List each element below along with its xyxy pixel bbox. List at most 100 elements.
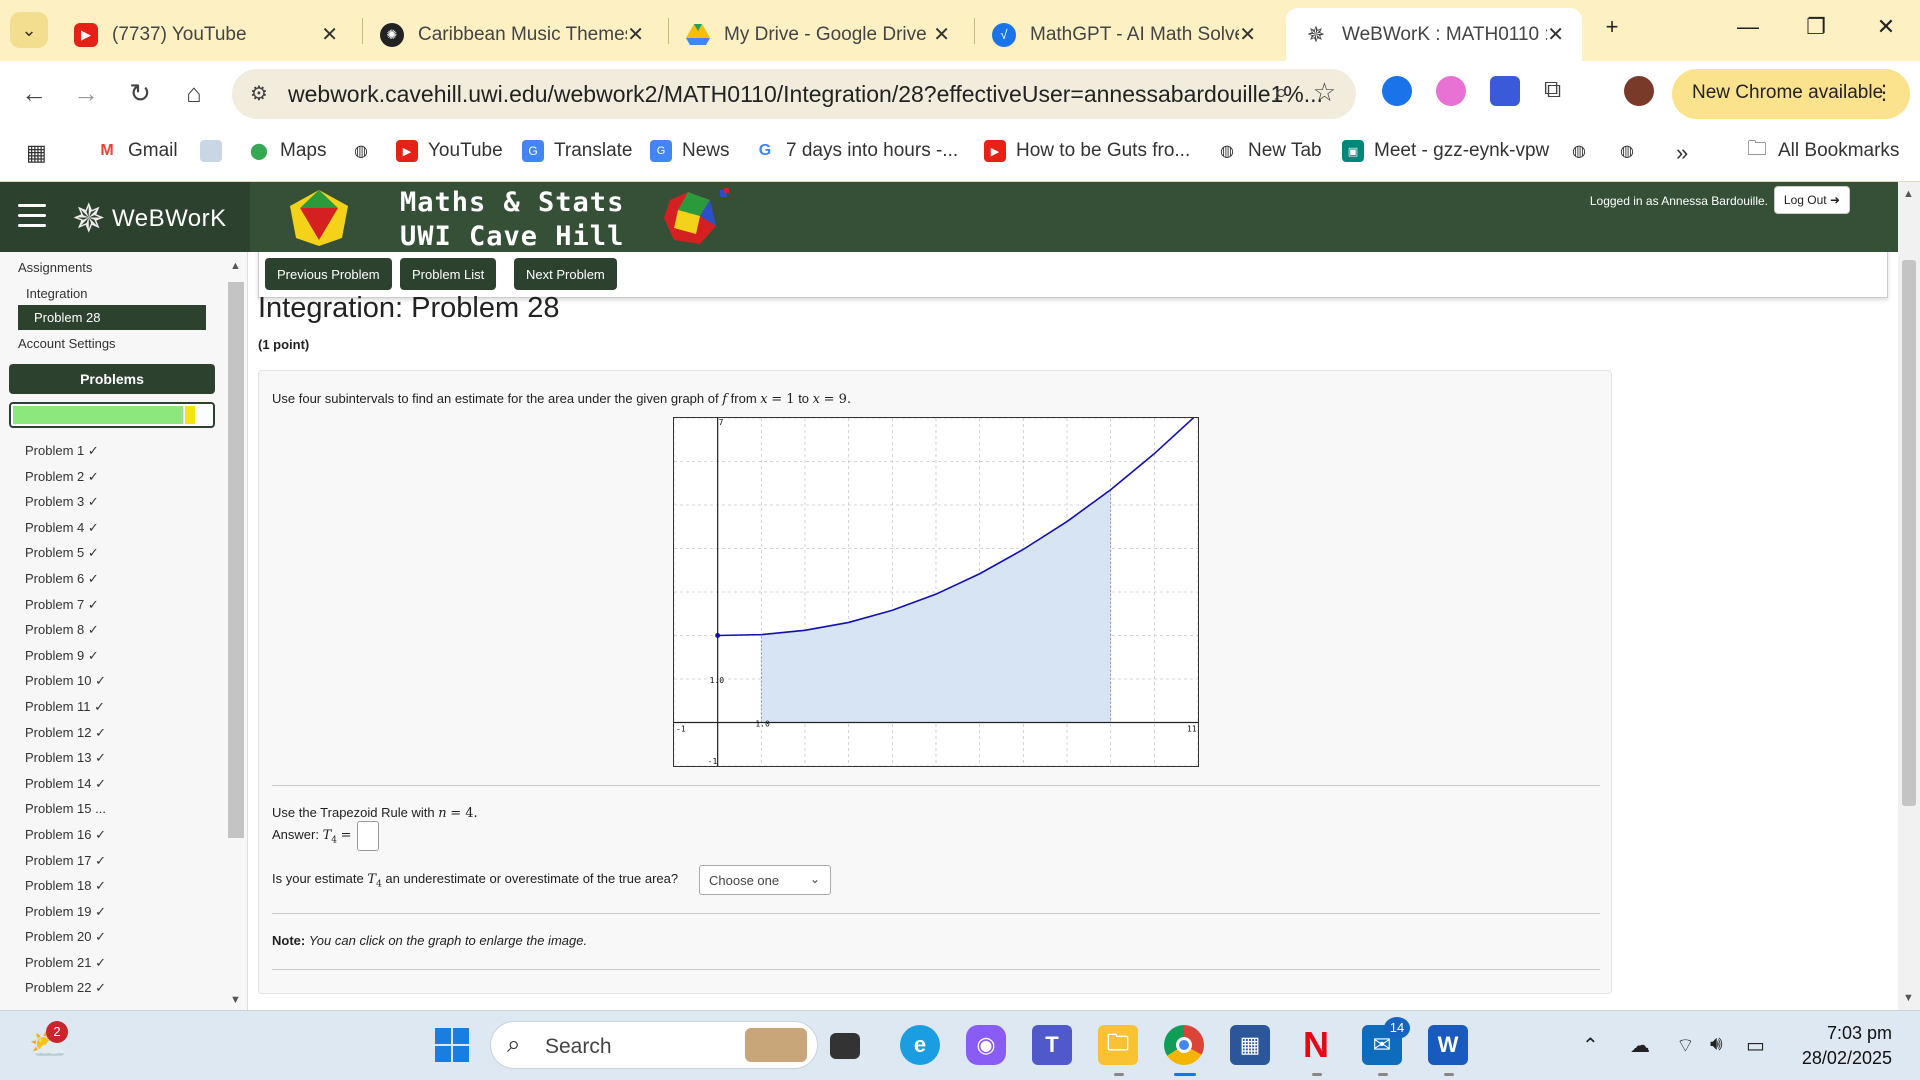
tab-search-dropdown[interactable]: ⌄ <box>10 12 48 48</box>
extension-icon[interactable] <box>1490 76 1520 106</box>
zoom-icon[interactable]: ⌕ <box>1275 79 1288 107</box>
battery-icon[interactable]: ▭ <box>1746 1033 1765 1058</box>
sidebar-integration[interactable]: Integration <box>26 286 87 301</box>
bookmark-image[interactable] <box>200 140 232 162</box>
chevron-right-icon[interactable]: » <box>1676 140 1688 166</box>
answer-input[interactable] <box>357 821 379 851</box>
scrollbar-thumb[interactable] <box>1902 260 1916 806</box>
avatar[interactable] <box>1624 76 1654 106</box>
sidebar-problem-link[interactable]: Problem 4 ✓ <box>25 519 106 545</box>
task-view-icon[interactable] <box>830 1033 860 1059</box>
sidebar-problem-link[interactable]: Problem 15 ... <box>25 800 106 826</box>
bookmark-new-tab[interactable]: ◍ New Tab <box>1216 140 1322 162</box>
scroll-up-icon[interactable]: ▲ <box>230 260 241 272</box>
tab-youtube[interactable]: ▶ (7737) YouTube ✕ <box>56 8 356 61</box>
new-tab-button[interactable]: + <box>1592 14 1632 40</box>
function-graph[interactable]: -1 1.0 11 -1 1.0 7 <box>673 413 1199 767</box>
chrome-update-button[interactable]: New Chrome available ⋮ <box>1672 69 1910 119</box>
bookmark-days-hours[interactable]: G7 days into hours -... <box>754 140 958 162</box>
sidebar-problem-link[interactable]: Problem 14 ✓ <box>25 775 106 801</box>
close-icon[interactable]: ✕ <box>933 22 950 47</box>
bookmark-star-icon[interactable]: ☆ <box>1313 77 1336 108</box>
teams-icon[interactable]: T <box>1032 1025 1072 1065</box>
sidebar-problem-link[interactable]: Problem 22 ✓ <box>25 979 106 1005</box>
address-bar[interactable]: ⚙ webwork.cavehill.uwi.edu/webwork2/MATH… <box>232 69 1356 119</box>
chrome-icon[interactable] <box>1164 1025 1204 1065</box>
sidebar-problem-link[interactable]: Problem 9 ✓ <box>25 647 106 673</box>
logout-button[interactable]: Log Out ➜ <box>1773 186 1850 214</box>
extension-icon[interactable] <box>1382 76 1412 106</box>
taskbar-search[interactable]: ⌕ Search <box>490 1021 818 1069</box>
webwork-logo[interactable]: ✵ WeBWorK <box>72 196 227 242</box>
bookmark-guts[interactable]: ▶ How to be Guts fro... <box>984 140 1190 162</box>
sidebar-problem-link[interactable]: Problem 12 ✓ <box>25 724 106 750</box>
home-icon[interactable]: ⌂ <box>176 78 212 109</box>
sidebar-problem-link[interactable]: Problem 20 ✓ <box>25 928 106 954</box>
sidebar-assignments[interactable]: Assignments <box>18 260 92 275</box>
sidebar-problem-link[interactable]: Problem 10 ✓ <box>25 672 106 698</box>
scrollbar-thumb[interactable] <box>228 282 244 838</box>
close-window-button[interactable]: ✕ <box>1866 14 1906 40</box>
sidebar-problem-link[interactable]: Problem 21 ✓ <box>25 954 106 980</box>
scroll-down-icon[interactable]: ▼ <box>230 994 241 1006</box>
sidebar-problem-link[interactable]: Problem 19 ✓ <box>25 903 106 929</box>
sidebar-problem-link[interactable]: Problem 7 ✓ <box>25 596 106 622</box>
close-icon[interactable]: ✕ <box>627 22 644 47</box>
all-bookmarks[interactable]: 🗀 All Bookmarks <box>1746 138 1899 162</box>
file-explorer-icon[interactable]: 🗀 <box>1098 1025 1138 1065</box>
bookmark-youtube[interactable]: ▶ YouTube <box>396 140 503 162</box>
sidebar-problem-link[interactable]: Problem 6 ✓ <box>25 570 106 596</box>
bookmark-globe-3[interactable]: ◍ <box>1616 140 1648 162</box>
close-icon[interactable]: ✕ <box>1239 22 1256 47</box>
bookmark-gmail[interactable]: M Gmail <box>96 140 177 162</box>
reload-icon[interactable]: ↻ <box>122 78 158 109</box>
wifi-icon[interactable]: ⌔ <box>1676 1033 1695 1058</box>
sidebar-problem-link[interactable]: Problem 16 ✓ <box>25 826 106 852</box>
copilot-icon[interactable]: ◉ <box>966 1025 1006 1065</box>
sidebar-problem-link[interactable]: Problem 11 ✓ <box>25 698 106 724</box>
next-problem-button[interactable]: Next Problem <box>514 258 617 290</box>
page-scrollbar[interactable]: ▲ ▼ <box>1898 182 1920 1010</box>
sidebar-problem-link[interactable]: Problem 2 ✓ <box>25 468 106 494</box>
close-icon[interactable]: ✕ <box>321 22 338 47</box>
netflix-icon[interactable]: N <box>1296 1024 1336 1065</box>
sidebar-problem-link[interactable]: Problem 8 ✓ <box>25 621 106 647</box>
sidebar-problem-link[interactable]: Problem 5 ✓ <box>25 544 106 570</box>
forward-arrow-icon[interactable]: → <box>68 78 104 109</box>
sidebar-problem-link[interactable]: Problem 18 ✓ <box>25 877 106 903</box>
scroll-up-icon[interactable]: ▲ <box>1903 188 1914 200</box>
more-vert-icon[interactable]: ⋮ <box>1874 80 1894 105</box>
sidebar-scrollbar[interactable]: ▲ ▼ <box>226 258 246 1006</box>
tab-google-drive[interactable]: My Drive - Google Drive ✕ <box>668 8 968 61</box>
bookmark-maps[interactable]: ⬤ Maps <box>248 140 326 162</box>
tab-mathgpt[interactable]: √ MathGPT - AI Math Solve ✕ <box>974 8 1274 61</box>
tab-webwork[interactable]: ✵ WeBWorK : MATH0110 : I ✕ <box>1286 8 1582 61</box>
bookmark-globe[interactable]: ◍ <box>350 140 382 162</box>
sidebar-active-problem[interactable]: Problem 28 <box>18 305 206 330</box>
estimate-select[interactable]: Choose one ⌄ <box>699 865 831 895</box>
sidebar-problem-link[interactable]: Problem 1 ✓ <box>25 442 106 468</box>
extension-icon[interactable] <box>1436 76 1466 106</box>
bookmark-meet[interactable]: ▣ Meet - gzz-eynk-vpw <box>1342 140 1549 162</box>
sidebar-account-settings[interactable]: Account Settings <box>18 336 116 351</box>
site-info-icon[interactable]: ⚙ <box>250 81 268 106</box>
back-arrow-icon[interactable]: ← <box>16 78 52 109</box>
sidebar-problem-link[interactable]: Problem 17 ✓ <box>25 852 106 878</box>
scroll-down-icon[interactable]: ▼ <box>1903 992 1914 1004</box>
volume-icon[interactable]: 🔊︎ <box>1710 1033 1723 1056</box>
close-icon[interactable]: ✕ <box>1547 22 1564 47</box>
puzzle-icon[interactable]: ⧉ <box>1544 76 1574 106</box>
windows-start-icon[interactable] <box>432 1025 472 1065</box>
tab-caribbean-music[interactable]: ✺ Caribbean Music Themes ✕ <box>362 8 662 61</box>
chevron-up-icon[interactable]: ⌃ <box>1582 1033 1599 1058</box>
minimize-button[interactable]: — <box>1728 14 1768 40</box>
store-icon[interactable]: ▦ <box>1230 1025 1270 1065</box>
onedrive-icon[interactable]: ☁ <box>1630 1033 1650 1058</box>
menu-icon[interactable] <box>18 204 46 234</box>
previous-problem-button[interactable]: Previous Problem <box>265 258 392 290</box>
apps-icon[interactable]: ▦ <box>26 140 47 166</box>
bookmark-globe-2[interactable]: ◍ <box>1568 140 1600 162</box>
restore-button[interactable]: ❐ <box>1796 14 1836 40</box>
clock[interactable]: 7:03 pm 28/02/2025 <box>1802 1021 1892 1071</box>
sidebar-problem-link[interactable]: Problem 3 ✓ <box>25 493 106 519</box>
